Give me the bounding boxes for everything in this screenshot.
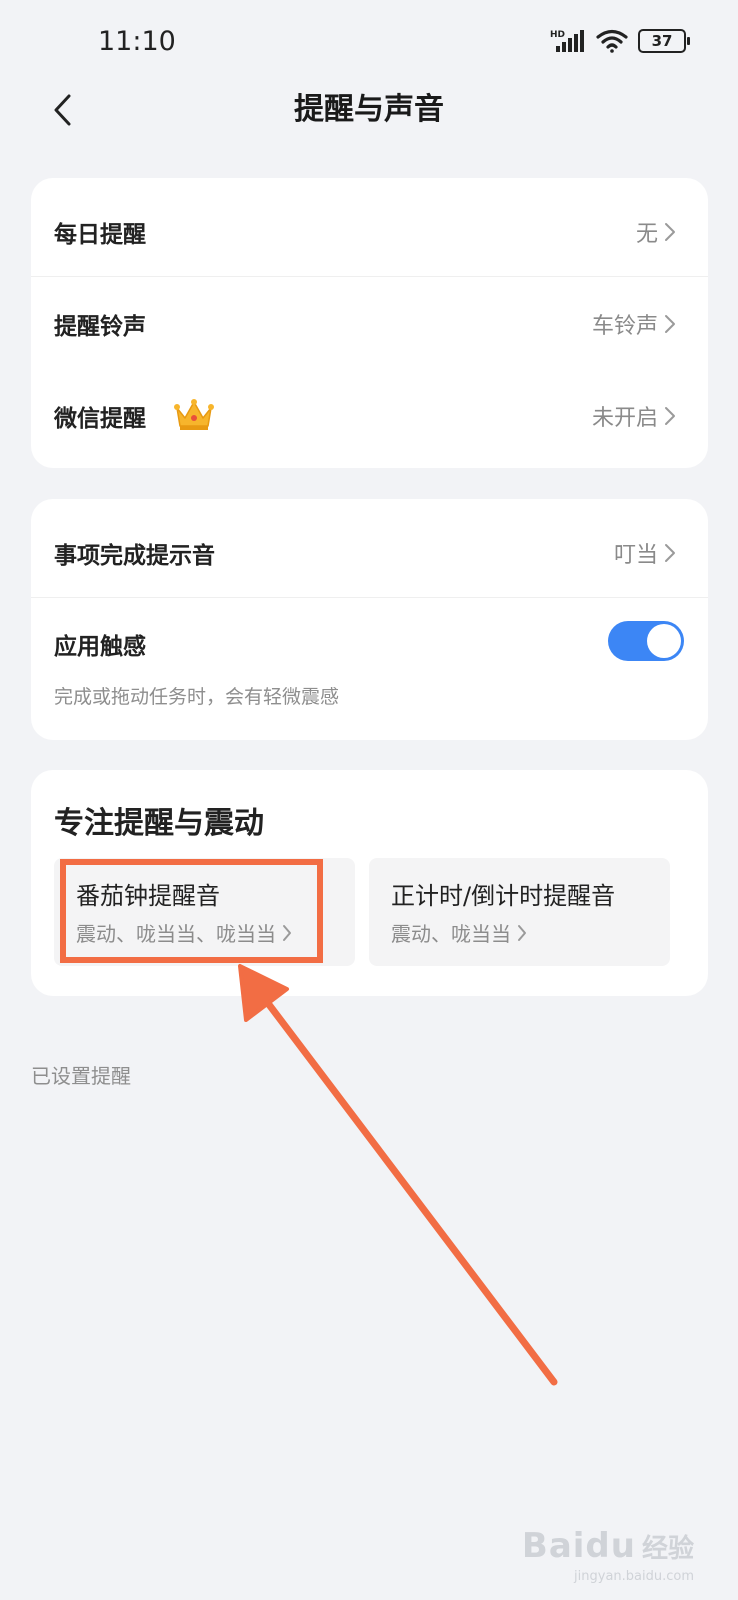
- annotation-arrow: [238, 964, 558, 1386]
- watermark-url: jingyan.baidu.com: [574, 1569, 694, 1584]
- watermark-logo: Baidu: [521, 1526, 636, 1566]
- watermark-label: 经验: [641, 1534, 694, 1564]
- baidu-watermark: Baidu 经验: [522, 1526, 694, 1566]
